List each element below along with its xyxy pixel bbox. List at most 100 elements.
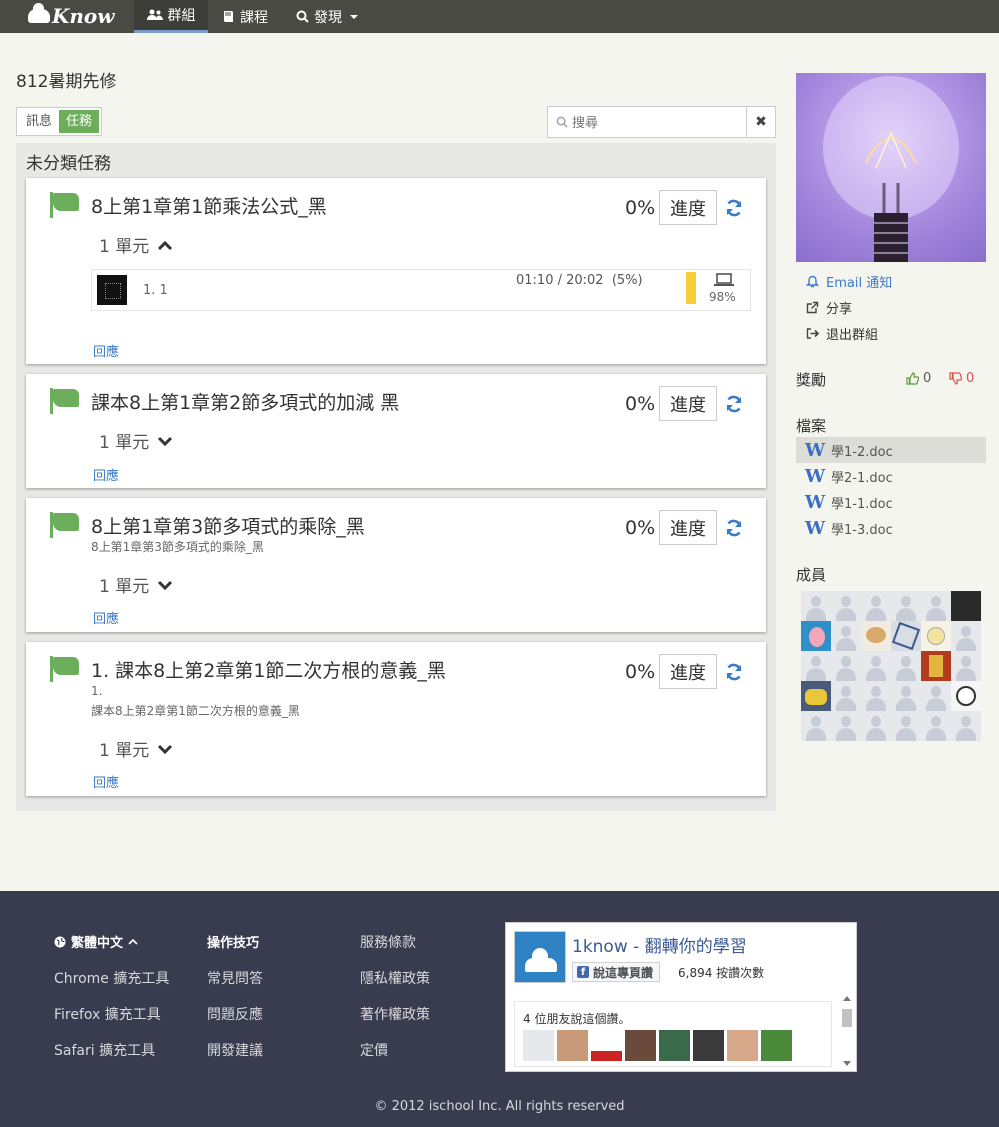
chrome-extension-link[interactable]: Chrome 擴充工具 [54,968,169,988]
refresh-icon[interactable] [724,394,744,414]
member-avatar[interactable] [891,681,921,711]
copyright-policy-link[interactable]: 著作權政策 [360,1004,430,1024]
file-item[interactable]: W 學2-1.doc [796,463,986,489]
task-title[interactable]: 8上第1章第3節多項式的乘除_黑 [91,512,365,539]
member-avatar[interactable] [921,711,951,741]
progress-button[interactable]: 進度 [659,386,717,421]
refresh-icon[interactable] [724,518,744,538]
member-avatar[interactable] [861,711,891,741]
reply-link[interactable]: 回應 [93,341,119,360]
thumbs-down-count[interactable]: 0 [949,371,974,386]
firefox-extension-link[interactable]: Firefox 擴充工具 [54,1004,161,1024]
reply-link[interactable]: 回應 [93,465,119,484]
privacy-link[interactable]: 隱私權政策 [360,968,430,988]
units-toggle[interactable]: 1 單元 [99,232,173,257]
member-avatar[interactable] [891,621,921,651]
scroll-down-icon[interactable] [843,1061,851,1066]
leave-group-link[interactable]: 退出群組 [806,324,878,343]
refresh-icon[interactable] [724,198,744,218]
member-avatar[interactable] [921,651,951,681]
progress-button[interactable]: 進度 [659,654,717,689]
friend-avatar[interactable] [659,1030,690,1061]
member-avatar[interactable] [891,711,921,741]
task-title[interactable]: 8上第1章第1節乘法公式_黑 [91,192,327,219]
friend-avatar[interactable] [625,1030,656,1061]
file-item[interactable]: W 學1-3.doc [796,515,986,541]
member-avatar[interactable] [831,621,861,651]
friend-avatar[interactable] [693,1030,724,1061]
member-avatar[interactable] [951,651,981,681]
share-link[interactable]: 分享 [806,298,852,317]
email-notify-link[interactable]: Email 通知 [806,272,892,291]
member-avatar[interactable] [801,621,831,651]
nav-item-courses[interactable]: 課程 [222,0,268,33]
friend-avatar[interactable] [591,1030,622,1061]
friend-avatar[interactable] [727,1030,758,1061]
units-toggle[interactable]: 1 單元 [99,572,173,597]
file-name: 學1-2.doc [831,444,893,460]
member-avatar[interactable] [921,681,951,711]
member-avatar[interactable] [951,621,981,651]
member-avatar[interactable] [831,651,861,681]
fb-page-title[interactable]: 1know - 翻轉你的學習 [572,932,747,957]
fb-like-button[interactable]: f 說這專頁讚 [572,962,661,982]
thumbs-up-count[interactable]: 0 [906,371,931,386]
member-avatar[interactable] [801,681,831,711]
reply-link[interactable]: 回應 [93,772,119,791]
fb-like-count: 6,894 按讚次數 [678,966,765,980]
fb-scrollbar[interactable] [840,993,854,1069]
member-avatar[interactable] [801,651,831,681]
page-logo[interactable] [514,931,566,983]
member-avatar[interactable] [861,681,891,711]
pricing-link[interactable]: 定價 [360,1040,388,1060]
member-avatar[interactable] [891,591,921,621]
member-avatar[interactable] [891,651,921,681]
reply-link[interactable]: 回應 [93,608,119,627]
nav-item-groups[interactable]: 群組 [134,0,208,33]
search-input[interactable] [572,114,722,130]
feedback-link[interactable]: 問題反應 [207,1004,263,1024]
nav-item-discover[interactable]: 發現 [296,0,358,33]
tab-tasks[interactable]: 任務 [59,110,100,133]
file-name: 學2-1.doc [831,470,893,486]
task-card: 8上第1章第1節乘法公式_黑 0% 進度 1 單元 1. 1 01:10 / 2… [26,178,766,364]
language-selector[interactable]: 繁體中文 [54,932,138,951]
progress-button[interactable]: 進度 [659,190,717,225]
refresh-icon[interactable] [724,662,744,682]
units-toggle[interactable]: 1 單元 [99,428,173,453]
member-avatar[interactable] [801,591,831,621]
friend-avatar[interactable] [761,1030,792,1061]
member-avatar[interactable] [861,591,891,621]
member-avatar[interactable] [861,621,891,651]
friend-avatar[interactable] [557,1030,588,1061]
terms-link[interactable]: 服務條款 [360,932,416,952]
file-item[interactable]: W 學1-2.doc [796,437,986,463]
member-avatar[interactable] [801,711,831,741]
progress-button[interactable]: 進度 [659,510,717,545]
scroll-up-icon[interactable] [843,996,851,1001]
member-avatar[interactable] [951,591,981,621]
suggestions-link[interactable]: 開發建議 [207,1040,263,1060]
scrollbar-thumb[interactable] [842,1009,852,1027]
member-avatar[interactable] [951,711,981,741]
task-title[interactable]: 課本8上第1章第2節多項式的加減 黑 [91,388,399,415]
member-avatar[interactable] [831,591,861,621]
member-avatar[interactable] [831,681,861,711]
member-avatar[interactable] [831,711,861,741]
lightbulb-image [823,76,959,262]
friend-avatar[interactable] [523,1030,554,1061]
member-avatar[interactable] [861,651,891,681]
clear-search-button[interactable]: ✖ [746,107,775,137]
file-item[interactable]: W 學1-1.doc [796,489,986,515]
member-avatar[interactable] [921,591,951,621]
brand-logo[interactable]: Know [28,3,114,28]
member-avatar[interactable] [921,621,951,651]
units-toggle[interactable]: 1 單元 [99,736,173,761]
fb-friends-box: 4 位朋友說這個讚。 [514,1001,832,1067]
member-avatar[interactable] [951,681,981,711]
unit-row[interactable]: 1. 1 01:10 / 20:02 (5%) 98% [91,269,751,311]
tab-messages[interactable]: 訊息 [19,110,59,133]
task-title[interactable]: 1. 課本8上第2章第1節二次方根的意義_黑 [91,656,446,683]
faq-link[interactable]: 常見問答 [207,968,263,988]
safari-extension-link[interactable]: Safari 擴充工具 [54,1040,155,1060]
